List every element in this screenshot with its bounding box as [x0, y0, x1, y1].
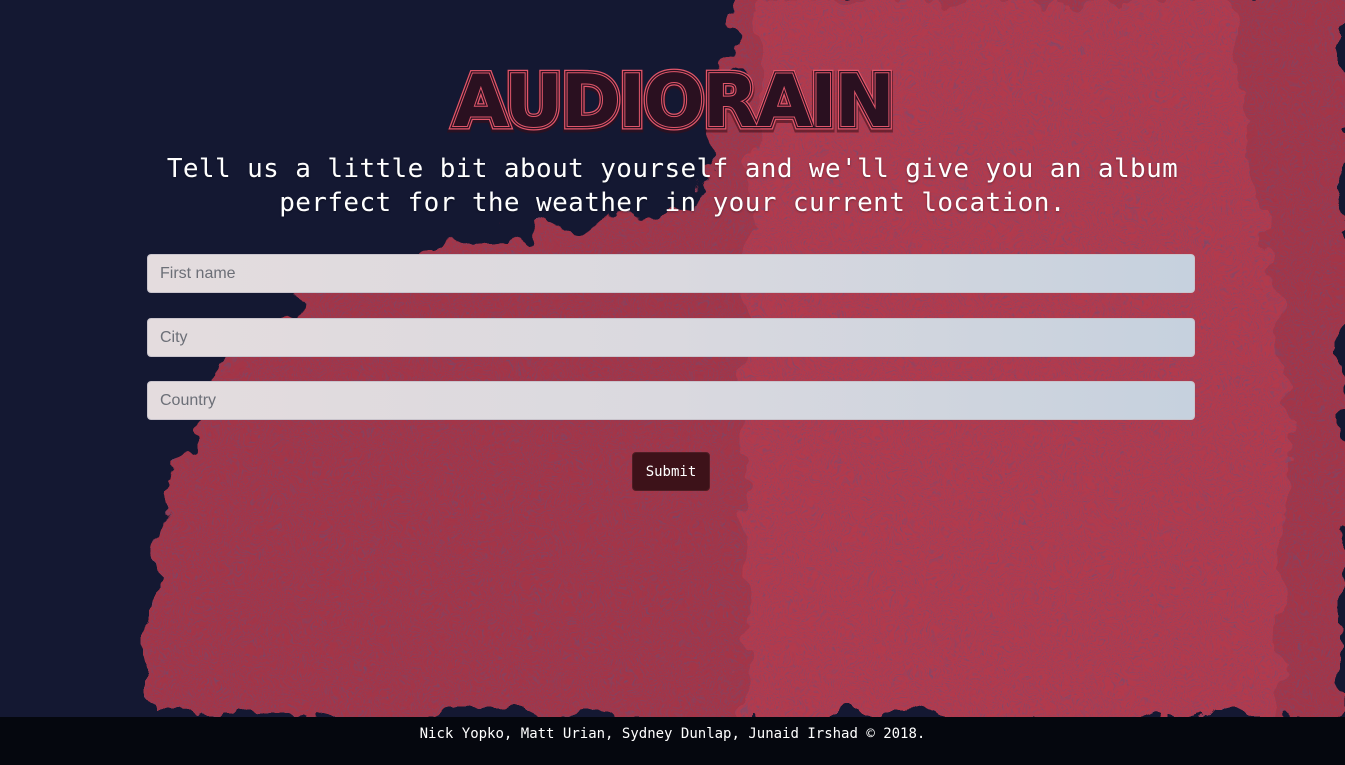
footer-credits: Nick Yopko, Matt Urian, Sydney Dunlap, J…: [419, 726, 926, 742]
city-input[interactable]: [147, 318, 1195, 357]
logo-text-core: AUDIORAIN: [453, 59, 893, 140]
hero-section: AUDIORAIN AUDIORAIN AUDIORAIN AUDIORAIN …: [0, 0, 1345, 717]
tagline: Tell us a little bit about yourself and …: [166, 154, 1179, 218]
footer: Nick Yopko, Matt Urian, Sydney Dunlap, J…: [0, 717, 1345, 765]
first-name-input[interactable]: [147, 254, 1195, 293]
submit-button[interactable]: Submit: [632, 452, 710, 491]
audiorain-logo: AUDIORAIN AUDIORAIN AUDIORAIN AUDIORAIN …: [0, 58, 1345, 140]
country-input[interactable]: [147, 381, 1195, 420]
